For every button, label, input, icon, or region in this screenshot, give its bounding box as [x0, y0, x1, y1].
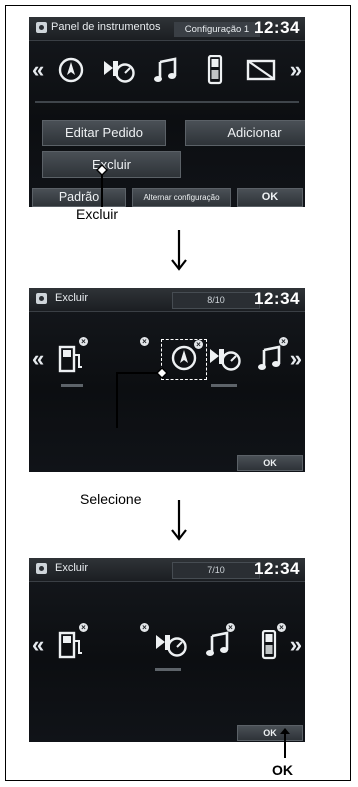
- speedometer-icon[interactable]: [207, 344, 243, 372]
- down-arrow-icon: [171, 230, 187, 271]
- delete-mark-icon[interactable]: ×: [79, 337, 88, 346]
- page-counter: 7/10: [172, 562, 260, 579]
- clock: 12:34: [254, 559, 300, 578]
- screen-title: Panel de instrumentos: [51, 21, 161, 33]
- icon-underline: [211, 384, 237, 387]
- screen-instrument-panel: Panel de instrumentos Configuração 1 12:…: [29, 17, 305, 207]
- edit-order-button[interactable]: Editar Pedido: [42, 120, 166, 146]
- ok-button[interactable]: OK: [237, 188, 303, 207]
- ok-button[interactable]: OK: [237, 725, 303, 741]
- home-icon[interactable]: [36, 563, 47, 574]
- fuel-icon[interactable]: [57, 629, 85, 661]
- scroll-left-chevron-icon[interactable]: «: [32, 634, 44, 656]
- compass-icon[interactable]: [170, 344, 198, 372]
- ok-button[interactable]: OK: [237, 455, 303, 471]
- clock: 12:34: [254, 18, 300, 37]
- scroll-right-chevron-icon[interactable]: »: [290, 348, 302, 370]
- delete-mark-icon[interactable]: ×: [226, 623, 235, 632]
- speedometer-icon[interactable]: [101, 56, 137, 84]
- divider: [35, 101, 299, 103]
- icon-underline: [155, 668, 181, 671]
- delete-mark-icon[interactable]: ×: [140, 337, 149, 346]
- selecione-callout-leader: [116, 367, 168, 428]
- delete-mark-icon[interactable]: ×: [277, 623, 286, 632]
- delete-mark-icon[interactable]: ×: [279, 337, 288, 346]
- screen-delete-step2: Excluir 7/10 12:34 « » × × × × OK: [29, 558, 305, 742]
- excluir-callout-leader: [96, 164, 108, 207]
- phone-icon[interactable]: [207, 55, 223, 85]
- title-bar: Excluir 7/10 12:34: [29, 558, 305, 582]
- ok-callout-leader: [280, 728, 290, 758]
- scroll-left-chevron-icon[interactable]: «: [32, 59, 44, 81]
- title-bar: Excluir 8/10 12:34: [29, 288, 305, 312]
- switch-configuration-button[interactable]: Alternar configuração: [132, 188, 231, 207]
- configuration-label: Configuração 1: [174, 22, 260, 37]
- clock: 12:34: [254, 289, 300, 308]
- ok-caption: OK: [272, 762, 293, 778]
- scroll-right-chevron-icon[interactable]: »: [290, 59, 302, 81]
- down-arrow-icon: [171, 500, 187, 541]
- screen-title: Excluir: [55, 562, 89, 574]
- compass-icon[interactable]: [57, 56, 85, 84]
- page-counter: 8/10: [172, 292, 260, 309]
- phone-icon[interactable]: [261, 630, 277, 660]
- title-bar: Panel de instrumentos Configuração 1 12:…: [29, 17, 305, 41]
- scroll-left-chevron-icon[interactable]: «: [32, 348, 44, 370]
- delete-mark-icon[interactable]: ×: [79, 623, 88, 632]
- screen-title: Excluir: [55, 292, 89, 304]
- excluir-caption: Excluir: [76, 206, 119, 222]
- selecione-caption: Selecione: [80, 491, 142, 507]
- delete-mark-icon[interactable]: ×: [140, 623, 149, 632]
- add-button[interactable]: Adicionar: [185, 120, 305, 146]
- no-display-icon[interactable]: [246, 59, 276, 81]
- home-icon[interactable]: [36, 22, 47, 33]
- speedometer-icon[interactable]: [153, 630, 189, 658]
- music-icon[interactable]: [205, 630, 231, 658]
- icon-underline: [61, 384, 83, 387]
- fuel-icon[interactable]: [57, 343, 85, 375]
- scroll-right-chevron-icon[interactable]: »: [290, 634, 302, 656]
- music-icon[interactable]: [153, 56, 179, 84]
- music-icon[interactable]: [257, 344, 283, 372]
- home-icon[interactable]: [36, 293, 47, 304]
- delete-mark-icon[interactable]: ×: [194, 340, 203, 349]
